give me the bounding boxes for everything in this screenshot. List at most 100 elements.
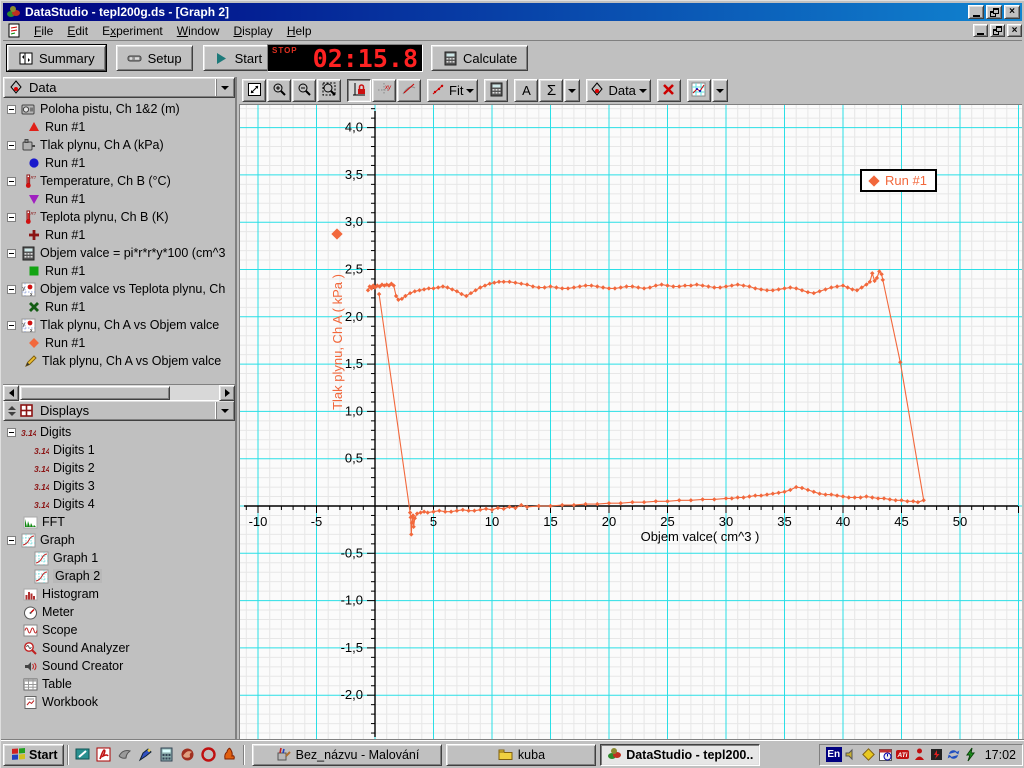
tree-expand-box[interactable] (7, 320, 16, 330)
task-button-2[interactable]: kuba (446, 743, 597, 766)
display-item[interactable]: 3.14 Digits 3 (3, 477, 235, 495)
zoom-in-button[interactable] (267, 79, 291, 102)
quicklaunch-winamp-icon[interactable] (219, 744, 240, 765)
panel-splitter-arrows-icon[interactable] (8, 405, 16, 416)
minimize-button[interactable] (968, 5, 984, 19)
slope-tool-button[interactable] (397, 79, 421, 102)
tree-expand-box[interactable] (7, 104, 16, 114)
displays-panel-dropdown[interactable] (216, 402, 233, 419)
quicklaunch-desktop-pen-icon[interactable] (72, 744, 93, 765)
quicklaunch-ink-pen-icon[interactable] (135, 744, 156, 765)
scale-to-fit-button[interactable] (242, 79, 266, 102)
legend[interactable]: Run #1 (860, 169, 937, 192)
setup-button[interactable]: Setup (115, 45, 193, 71)
run-tree-item[interactable]: Run #1 (3, 226, 235, 244)
graph-settings-button[interactable] (686, 79, 711, 102)
tree-expand-box[interactable] (7, 284, 16, 294)
data-panel-dropdown[interactable] (216, 79, 233, 96)
child-minimize-button[interactable] (973, 24, 988, 37)
quicklaunch-calculator-app-icon[interactable] (156, 744, 177, 765)
tray-red-agent-icon[interactable] (912, 747, 928, 763)
displays-panel-header[interactable]: Displays (3, 400, 235, 421)
display-type-item[interactable]: Graph (3, 531, 235, 549)
tray-sync-arrows-icon[interactable] (946, 747, 962, 763)
statistics-button[interactable]: Σ (539, 79, 564, 102)
display-item[interactable]: Graph 2 (3, 567, 235, 585)
task-button-3[interactable]: DataStudio - tepl200... (600, 743, 761, 766)
fit-button[interactable]: Fit (427, 79, 479, 102)
display-type-item[interactable]: FFT (3, 513, 235, 531)
tree-expand-box[interactable] (7, 176, 16, 186)
run-tree-item[interactable]: Run #1 (3, 190, 235, 208)
menu-experiment[interactable]: Experiment (95, 22, 170, 40)
smart-tool-button[interactable]: xy (372, 79, 396, 102)
quicklaunch-bird-icon[interactable] (114, 744, 135, 765)
tree-expand-box[interactable] (7, 248, 16, 258)
tree-expand-box[interactable] (7, 140, 16, 150)
menu-display[interactable]: Display (226, 22, 279, 40)
run-tree-item[interactable]: Run #1 (3, 298, 235, 316)
data-tree-item[interactable]: y x Tlak plynu, Ch A vs Objem valce (3, 316, 235, 334)
data-tree-item[interactable]: Tlak plynu, Ch A vs Objem valce (3, 352, 235, 370)
data-tree-item[interactable]: RTD Teplota plynu, Ch B (K) (3, 208, 235, 226)
scroll-thumb[interactable] (20, 385, 170, 400)
document-icon[interactable] (5, 23, 23, 39)
title-bar[interactable]: DataStudio - tepl200g.ds - [Graph 2] × (3, 3, 1022, 21)
statistics-dropdown-button[interactable] (564, 79, 581, 102)
summary-button[interactable]: Summary (6, 44, 107, 72)
start-menu-button[interactable]: Start (3, 743, 65, 766)
menu-help[interactable]: Help (280, 22, 319, 40)
tray-green-bolt-icon[interactable] (963, 747, 979, 763)
child-close-button[interactable]: × (1007, 24, 1022, 37)
tree-expand-box[interactable] (7, 535, 16, 545)
display-type-item[interactable]: 3.14 Digits (3, 423, 235, 441)
display-type-item[interactable]: Table (3, 675, 235, 693)
display-item[interactable]: Graph 1 (3, 549, 235, 567)
display-type-item[interactable]: Sound Analyzer (3, 639, 235, 657)
tray-ati-icon[interactable]: ATi (895, 747, 911, 763)
tray-scheduler-icon[interactable] (878, 747, 894, 763)
run-tree-item[interactable]: Run #1 (3, 262, 235, 280)
display-type-item[interactable]: Scope (3, 621, 235, 639)
tree-expand-box[interactable] (7, 427, 16, 437)
display-type-item[interactable]: Workbook (3, 693, 235, 711)
data-tree-hscrollbar[interactable] (3, 384, 235, 401)
quicklaunch-mozilla-icon[interactable] (177, 744, 198, 765)
data-panel-header[interactable]: Data (3, 77, 235, 98)
data-tree-item[interactable]: Poloha pistu, Ch 1&2 (m) (3, 100, 235, 118)
display-item[interactable]: 3.14 Digits 4 (3, 495, 235, 513)
menu-window[interactable]: Window (170, 22, 227, 40)
data-tree-item[interactable]: Objem valce = pi*r*r*y*100 (cm^3 (3, 244, 235, 262)
close-button[interactable]: × (1004, 5, 1020, 19)
tray-yellow-diamond-icon[interactable] (861, 747, 877, 763)
display-type-item[interactable]: Histogram (3, 585, 235, 603)
language-indicator[interactable]: En (825, 747, 842, 762)
graph-plot-area[interactable]: -10 -5 5 10 15 20 25 30 35 40 45 50 4,0 3,5 3,0 2,5 2,0 1… (239, 105, 1022, 740)
task-button-1[interactable]: Bez_názvu - Malování (252, 743, 443, 766)
display-type-item[interactable]: Meter (3, 603, 235, 621)
display-item[interactable]: 3.14 Digits 2 (3, 459, 235, 477)
tree-expand-box[interactable] (7, 212, 16, 222)
child-restore-button[interactable] (990, 24, 1005, 37)
data-select-button[interactable]: Data (586, 79, 651, 102)
run-tree-item[interactable]: Run #1 (3, 334, 235, 352)
run-tree-item[interactable]: Run #1 (3, 118, 235, 136)
text-note-button[interactable]: A (514, 79, 539, 102)
delete-button[interactable] (656, 79, 681, 102)
scroll-left-arrow[interactable] (3, 384, 19, 401)
quicklaunch-acrobat-icon[interactable] (93, 744, 114, 765)
menu-file[interactable]: File (27, 22, 60, 40)
zoom-out-button[interactable] (292, 79, 316, 102)
tray-avg-icon[interactable] (929, 747, 945, 763)
menu-edit[interactable]: Edit (60, 22, 95, 40)
data-tree-item[interactable]: RTD Temperature, Ch B (°C) (3, 172, 235, 190)
data-tree-item[interactable]: y x Objem valce vs Teplota plynu, Ch (3, 280, 235, 298)
data-tree-item[interactable]: Tlak plynu, Ch A (kPa) (3, 136, 235, 154)
scroll-right-arrow[interactable] (219, 384, 235, 401)
zoom-select-button[interactable] (317, 79, 341, 102)
calculator-button[interactable] (484, 79, 509, 102)
run-tree-item[interactable]: Run #1 (3, 154, 235, 172)
chart-canvas[interactable]: -10 -5 5 10 15 20 25 30 35 40 45 50 4,0 3,5 3,0 2,5 2,0 1… (240, 105, 1022, 740)
graph-settings-dropdown-button[interactable] (711, 79, 728, 102)
tray-volume-icon[interactable] (844, 747, 860, 763)
